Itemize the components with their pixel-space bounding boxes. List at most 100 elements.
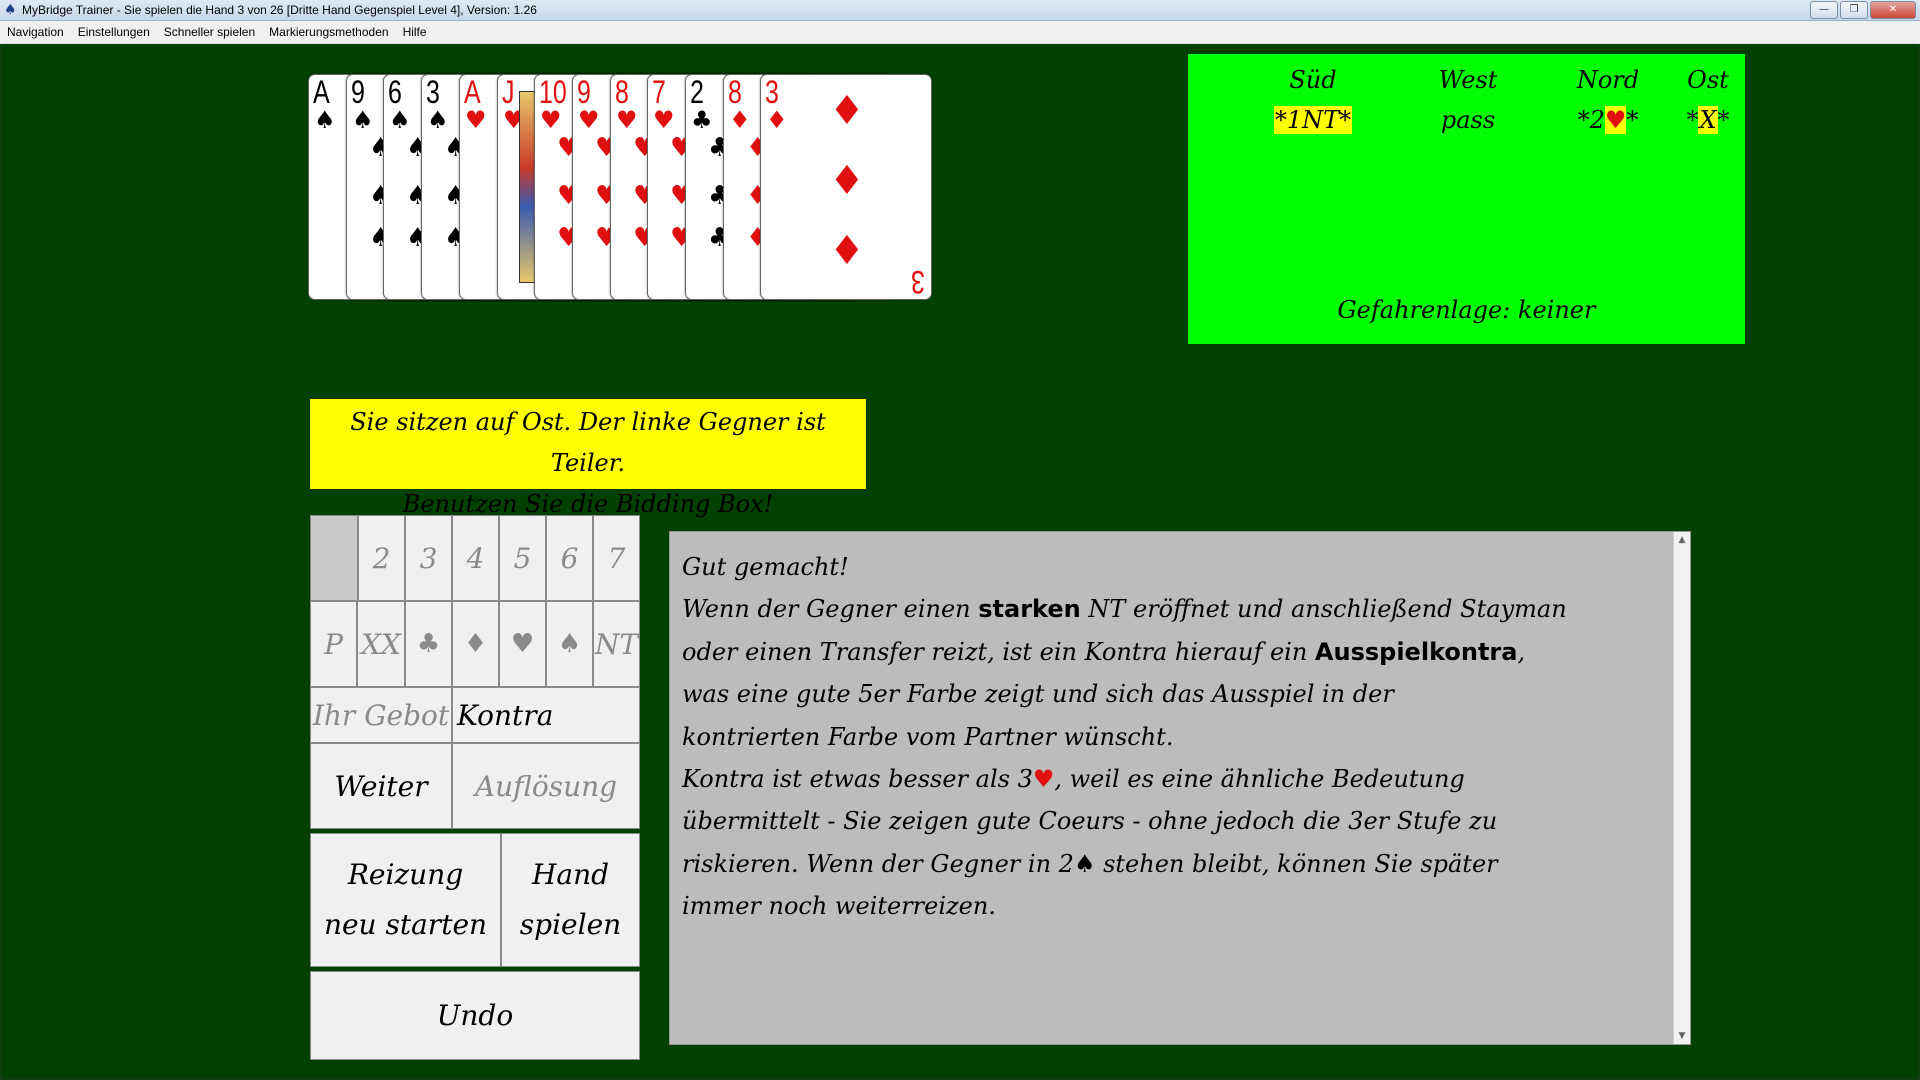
bid-west: pass [1440,106,1496,134]
scroll-down-icon[interactable]: ▼ [1674,1028,1690,1044]
spades-button[interactable]: ♠ [546,601,593,687]
card-rank: J [502,74,515,110]
auction-col-ost: Ost *X* [1678,60,1738,140]
card-rank: 9 [577,74,591,110]
explanation-line-2a: Wenn der Gegner einen [682,595,979,624]
bid-nord-post: * [1626,106,1639,134]
auction-col-nord: Nord *2♥* [1538,60,1678,140]
play-line-1: Hand [531,858,610,891]
level-2-button[interactable]: 2 [358,515,405,601]
explanation-line-8: riskieren. Wenn der Gegner in 2♠ stehen … [682,843,1662,885]
heart-icon: ♥ [465,106,487,134]
auction-col-sued: Süd *1NT* [1243,60,1383,140]
heart-icon: ♥ [540,106,562,134]
scroll-up-icon[interactable]: ▲ [1674,532,1690,548]
spade-icon: ♠ [427,106,449,134]
card-rank: 7 [652,74,666,110]
level-7-button[interactable]: 7 [593,515,640,601]
explanation-line-8a: riskieren. Wenn der Gegner in 2 [682,849,1074,878]
close-icon[interactable]: ✕ [1870,1,1916,19]
bid-sued: *1NT* [1273,106,1353,134]
weiter-button[interactable]: Weiter [310,743,452,829]
court-figure [519,91,535,283]
header-nord: Nord [1576,66,1640,94]
card-rank: 3 [911,264,926,300]
spade-icon: ♠ [4,2,17,18]
menu-hilfe[interactable]: Hilfe [396,21,434,43]
card-rank: A [464,74,481,110]
explanation-text: Gut gemacht! Wenn der Gegner einen stark… [682,546,1662,928]
card-rank: 6 [388,74,402,110]
explanation-line-6b: , weil es eine ähnliche Bedeutung [1054,765,1465,794]
vulnerability-label: Gefahrenlage: keiner [1337,296,1596,324]
heart-icon: ♥ [653,106,675,134]
title-bar: ♠ MyBridge Trainer - Sie spielen die Han… [0,0,1920,21]
play-line-2: spielen [519,908,622,941]
explanation-line-2: Wenn der Gegner einen starken NT eröffne… [682,588,1662,630]
explanation-line-3c: , [1517,637,1526,666]
header-west: West [1438,66,1498,94]
player-hand: A ♠ 9 ♠ ♠ ♠ ♠ 6 ♠ ♠ ♠ ♠ 3 ♠ ♠ ♠ ♠ A ♥ J ♥ 10 ♥ ♥ ♥ ♥ 9 ♥ ♥ ♥ ♥ 8 ♥ ♥ ♥ ♥ 7 ♥ ♥… [308,74,933,302]
bid-ost-pre: * [1686,106,1699,134]
heart-icon: ♥ [616,106,638,134]
spade-icon: ♠ [1073,849,1096,878]
auction-col-west: West pass [1398,60,1538,140]
card-3-diamond[interactable]: 3 ♦ ♦ ♦ ♦ 3 [760,74,932,300]
pass-button[interactable]: P [310,601,357,687]
undo-button[interactable]: Undo [310,971,640,1060]
bid-nord-pre: *2 [1577,106,1605,134]
notrump-button[interactable]: NT [593,601,640,687]
window-controls: — ❐ ✕ [1810,1,1916,19]
explanation-bold-ausspielkontra: Ausspielkontra [1314,637,1518,666]
diamond-icon: ♦ [829,228,865,274]
explanation-scrollbar[interactable]: ▲ ▼ [1673,532,1690,1044]
level-6-button[interactable]: 6 [546,515,593,601]
menu-navigation[interactable]: Navigation [0,21,71,43]
level-5-button[interactable]: 5 [499,515,546,601]
diamond-icon: ♦ [829,88,865,134]
spade-icon: ♠ [352,106,374,134]
card-rank: 10 [539,74,567,110]
aufloesung-button[interactable]: Auflösung [452,743,640,829]
club-icon: ♣ [691,106,713,134]
restart-bidding-button[interactable]: Reizung neu starten [310,833,501,967]
banner-line-1: Sie sitzen auf Ost. Der linke Gegner ist… [350,408,826,477]
level-4-button[interactable]: 4 [452,515,499,601]
level-3-button[interactable]: 3 [405,515,452,601]
minimize-icon[interactable]: — [1810,1,1838,19]
explanation-line-6a: Kontra ist etwas besser als 3 [682,765,1033,794]
redouble-button[interactable]: XX [357,601,405,687]
card-rank: 2 [690,74,704,110]
bid-ost-post: * [1717,106,1730,134]
menu-schneller-spielen[interactable]: Schneller spielen [157,21,262,43]
heart-icon: ♥ [1604,106,1627,134]
card-rank: 8 [615,74,629,110]
explanation-line-1: Gut gemacht! [682,553,849,581]
bid-nord: *2♥* [1538,100,1678,140]
header-sued: Süd [1289,66,1337,94]
explanation-line-5: kontrierten Farbe vom Partner wünscht. [682,722,1174,751]
card-rank: 3 [426,74,440,110]
restore-icon[interactable]: ❐ [1840,1,1868,19]
explanation-panel: Gut gemacht! Wenn der Gegner einen stark… [669,531,1691,1045]
auction-box: Süd *1NT* West pass Nord *2♥* Ost *X* Ge… [1188,54,1745,344]
diamond-icon: ♦ [729,106,751,134]
diamonds-button[interactable]: ♦ [452,601,499,687]
explanation-line-3: oder einen Transfer reizt, ist ein Kontr… [682,631,1662,673]
explanation-line-7: übermittelt - Sie zeigen gute Coeurs - o… [682,807,1498,836]
menu-markierungsmethoden[interactable]: Markierungsmethoden [262,21,395,43]
hearts-button[interactable]: ♥ [499,601,546,687]
clubs-button[interactable]: ♣ [405,601,452,687]
diamond-icon: ♦ [766,106,788,134]
header-ost: Ost [1687,66,1729,94]
bidding-box: 2 3 4 5 6 7 P XX ♣ ♦ ♥ ♠ NT Ihr Gebot Ko… [310,515,640,1060]
card-rank: 3 [765,74,779,110]
menu-einstellungen[interactable]: Einstellungen [71,21,157,43]
explanation-line-8b: stehen bleibt, können Sie später [1095,849,1498,878]
play-hand-button[interactable]: Hand spielen [501,833,640,967]
restart-line-2: neu starten [323,908,488,941]
bid-ost: *X* [1678,100,1738,140]
explanation-line-2c: NT eröffnet und anschließend Stayman [1080,595,1567,624]
explanation-line-4: was eine gute 5er Farbe zeigt und sich d… [682,680,1394,709]
heart-icon: ♥ [578,106,600,134]
